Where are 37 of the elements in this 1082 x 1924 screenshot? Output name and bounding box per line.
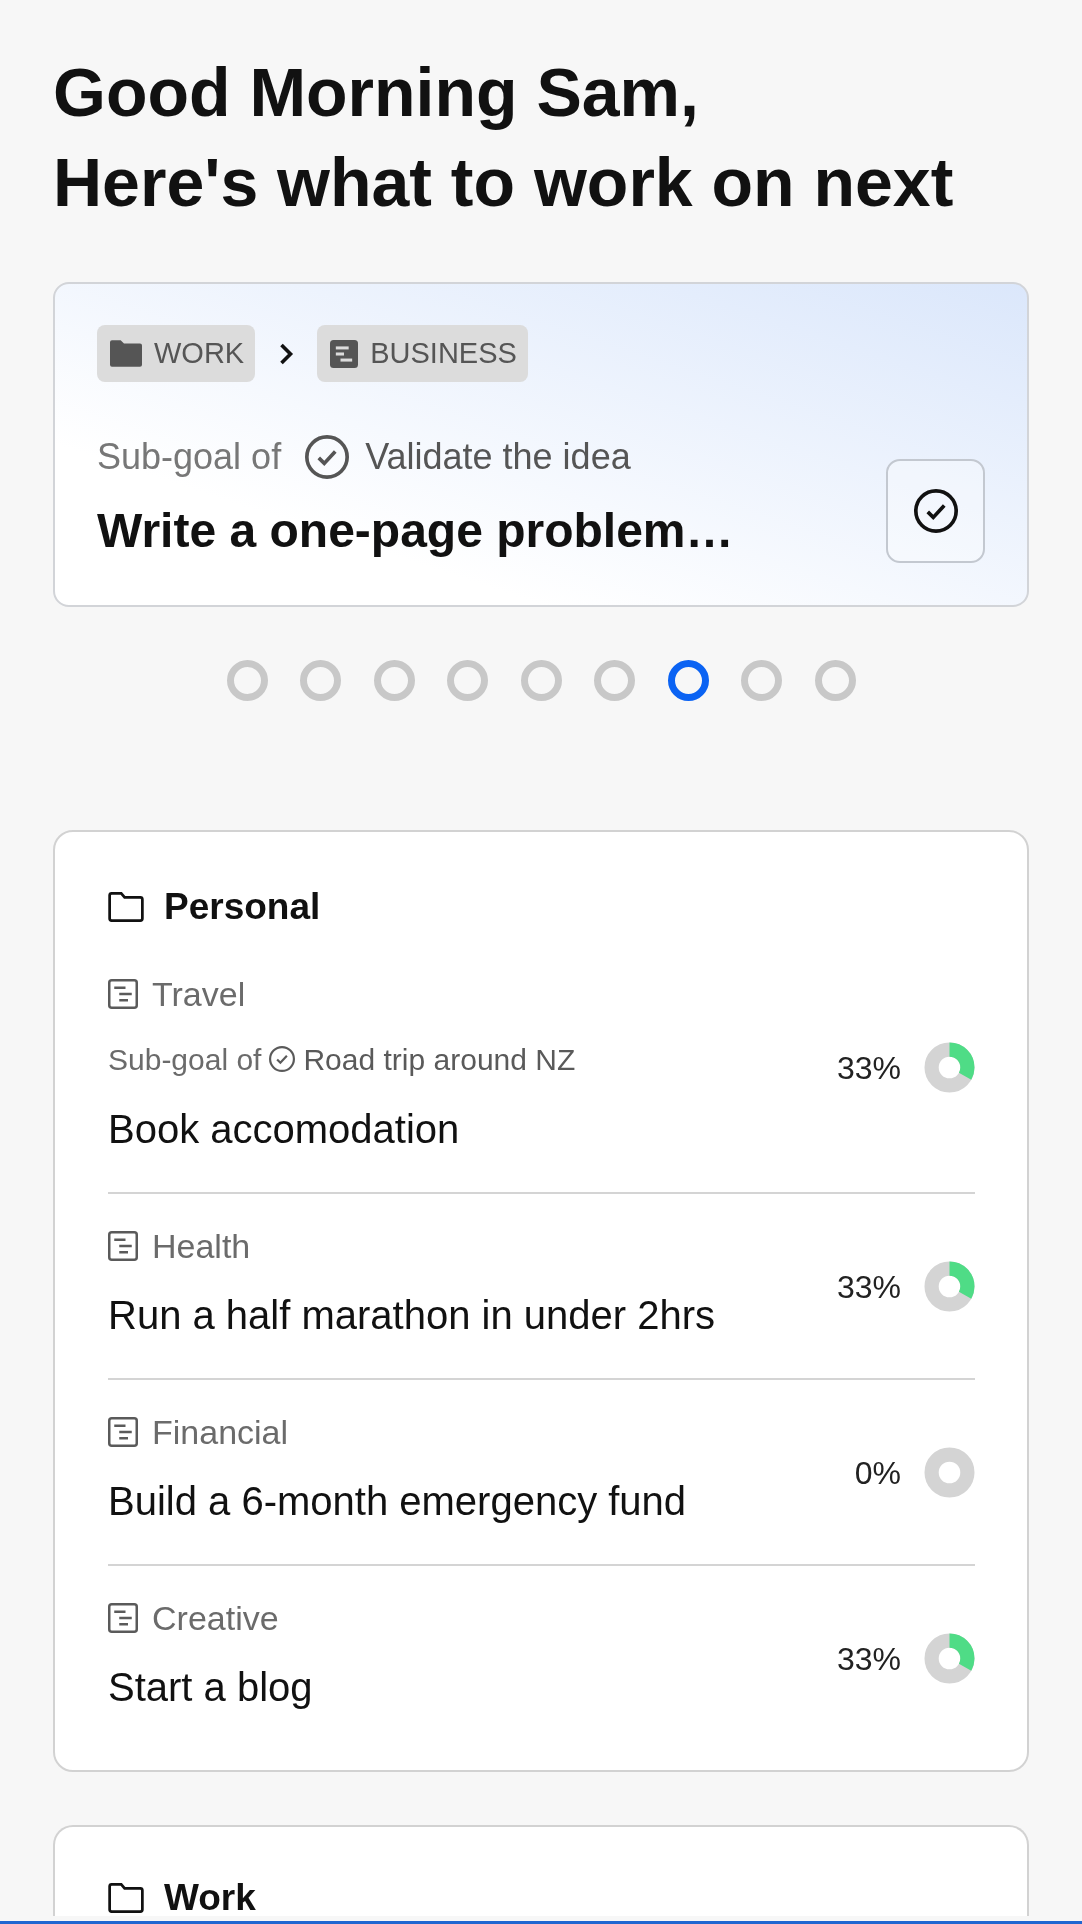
goal-title: Start a blog (108, 1664, 313, 1711)
progress-percent: 33% (836, 1639, 901, 1679)
progress-percent: 33% (836, 1267, 901, 1307)
goal-title: Write a one-page problem… (97, 503, 734, 559)
greeting-line: Here's what to work on next (53, 143, 955, 222)
progress-percent: 0% (854, 1453, 901, 1493)
goal-title: Run a half marathon in under 2hrs (108, 1292, 716, 1339)
greeting-line: Good Morning Sam, (53, 53, 700, 132)
goal-category: Creative (152, 1597, 279, 1639)
list-icon (330, 339, 359, 368)
goal-category: Travel (152, 973, 246, 1015)
chevron-right-icon (278, 341, 295, 366)
group-title: Work (164, 1880, 256, 1916)
subgoal-label: Sub-goal of (108, 1041, 262, 1078)
group-title: Personal (164, 889, 321, 925)
folder-icon (108, 1883, 144, 1913)
list-icon (108, 1417, 138, 1447)
check-circle-icon (913, 489, 958, 533)
parent-goal-name: Validate the idea (365, 435, 631, 479)
goal-category: Health (152, 1225, 251, 1267)
breadcrumb-link[interactable]: BUSINESS (317, 325, 528, 382)
folder-icon (110, 340, 142, 367)
folder-icon (108, 892, 144, 922)
parent-goal-name: Road trip around NZ (303, 1041, 576, 1078)
list-icon (108, 1603, 138, 1633)
goal-title: Build a 6-month emergency fund (108, 1478, 687, 1525)
breadcrumb-link[interactable]: WORK (97, 325, 256, 382)
list-icon (108, 1231, 138, 1261)
progress-ring (924, 1447, 975, 1498)
check-circle-icon (305, 435, 350, 479)
complete-button[interactable] (886, 459, 985, 563)
check-circle-icon (269, 1046, 296, 1072)
list-icon (108, 979, 138, 1009)
subgoal-label: Sub-goal of (97, 435, 282, 479)
goal-category: Financial (152, 1411, 289, 1453)
progress-percent: 33% (836, 1048, 901, 1088)
goal-title: Book accomodation (108, 1106, 461, 1153)
